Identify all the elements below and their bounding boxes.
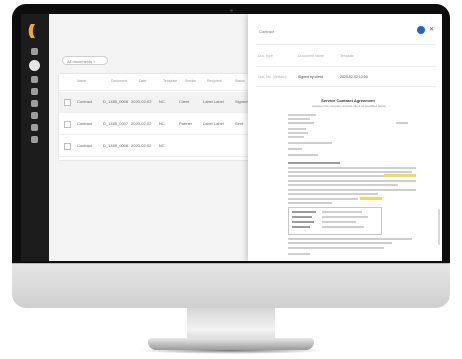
document-preview-panel: Contract ✕ Doc. type Document name Templ… [248, 14, 442, 261]
cell-status: Signed [235, 99, 248, 104]
highlight [360, 197, 382, 200]
section-heading [288, 162, 340, 164]
highlight [384, 174, 416, 177]
list-icon[interactable] [31, 88, 38, 95]
monitor-chin [12, 264, 450, 308]
monitor-stand-base [148, 338, 314, 350]
meta-value: 2020-02-02 12:00 [340, 75, 368, 79]
document-icon[interactable] [31, 76, 38, 83]
avatar[interactable] [417, 26, 425, 34]
cell-date: 2020-02-02 [131, 121, 152, 126]
text-line [288, 184, 398, 186]
cell-recipient: Label Label [203, 121, 224, 126]
text-line [288, 193, 378, 195]
user-icon[interactable] [29, 60, 40, 71]
text-line [288, 202, 332, 204]
text-line [288, 148, 302, 150]
screen: (( All documents × Name Document Date Te… [21, 14, 442, 261]
camera-dot [230, 9, 233, 12]
cell-name: Contract [77, 121, 93, 126]
meta-label: Doc. No. (Version) [258, 75, 287, 79]
scrollbar[interactable] [438, 209, 440, 245]
chart-icon[interactable] [31, 100, 38, 107]
panel-title: Contract [259, 29, 275, 34]
text-line [288, 198, 358, 200]
text-line [288, 132, 308, 134]
grid-icon[interactable] [31, 112, 38, 119]
text-line [288, 247, 384, 249]
cell-date: 2020-02-02 [131, 99, 152, 104]
divider [256, 44, 436, 45]
text-line [288, 238, 412, 240]
row-checkbox[interactable] [64, 99, 71, 106]
cell-date: 2020-02-02 [131, 143, 152, 148]
cell-template: NC [159, 99, 165, 104]
text-line [288, 242, 392, 244]
cell-template: NC [159, 143, 165, 148]
text-line [288, 253, 310, 255]
cell-document: D_1485_0006 [103, 99, 129, 104]
column-header[interactable]: Sender [185, 79, 196, 83]
settings-icon[interactable] [31, 124, 38, 131]
column-header[interactable]: Recipient [207, 79, 222, 83]
cell-template: NC [159, 121, 165, 126]
cell-document: D_1485_0007 [103, 121, 129, 126]
text-line [322, 226, 364, 228]
meta-value: Signed by client [298, 75, 323, 79]
document-list-area: All documents × Name Document Date Templ… [49, 14, 289, 261]
column-header[interactable]: Template [163, 79, 177, 83]
row-checkbox[interactable] [64, 143, 71, 150]
help-icon[interactable] [31, 136, 38, 143]
text-line [288, 180, 416, 182]
column-header[interactable]: Status [235, 79, 245, 83]
text-line [288, 142, 332, 144]
column-header[interactable]: Date [139, 79, 146, 83]
row-checkbox[interactable] [64, 121, 71, 128]
meta-label: Template [340, 54, 355, 58]
text-line [288, 171, 412, 173]
filter-chip[interactable]: All documents × [62, 56, 108, 65]
home-icon[interactable] [31, 48, 38, 55]
letter-title: Service Contract Agreement [321, 98, 375, 103]
text-line [396, 122, 408, 124]
app-logo[interactable]: (( [28, 22, 35, 39]
text-line [292, 226, 310, 228]
text-line [288, 122, 314, 124]
text-line [288, 154, 318, 156]
cell-status: Sent [235, 121, 244, 126]
divider [256, 66, 436, 67]
text-line [288, 189, 416, 191]
cell-sender: Partner [179, 121, 193, 126]
text-line [292, 221, 314, 223]
text-line [288, 175, 384, 177]
divider [256, 86, 436, 87]
text-line [322, 216, 368, 218]
text-line [292, 211, 316, 213]
meta-label: Doc. type [258, 54, 273, 58]
close-icon[interactable]: ✕ [429, 26, 434, 33]
cell-document: D_1485_0008 [103, 143, 129, 148]
text-line [288, 118, 310, 120]
text-line [288, 167, 416, 169]
column-header[interactable]: Document [111, 79, 127, 83]
text-line [322, 221, 356, 223]
sidebar: (( [21, 14, 49, 261]
text-line [292, 216, 312, 218]
cell-recipient: Label Label [203, 99, 224, 104]
meta-label: Document name [298, 54, 324, 58]
cell-name: Contract [77, 143, 93, 148]
text-line [288, 114, 316, 116]
text-line [288, 128, 306, 130]
cell-name: Contract [77, 99, 93, 104]
letter-subtitle: between the company and the client as sp… [312, 104, 386, 108]
cell-sender: Client [179, 99, 190, 104]
text-line [288, 136, 304, 138]
column-header[interactable]: Name [77, 79, 86, 83]
text-line [322, 211, 362, 213]
